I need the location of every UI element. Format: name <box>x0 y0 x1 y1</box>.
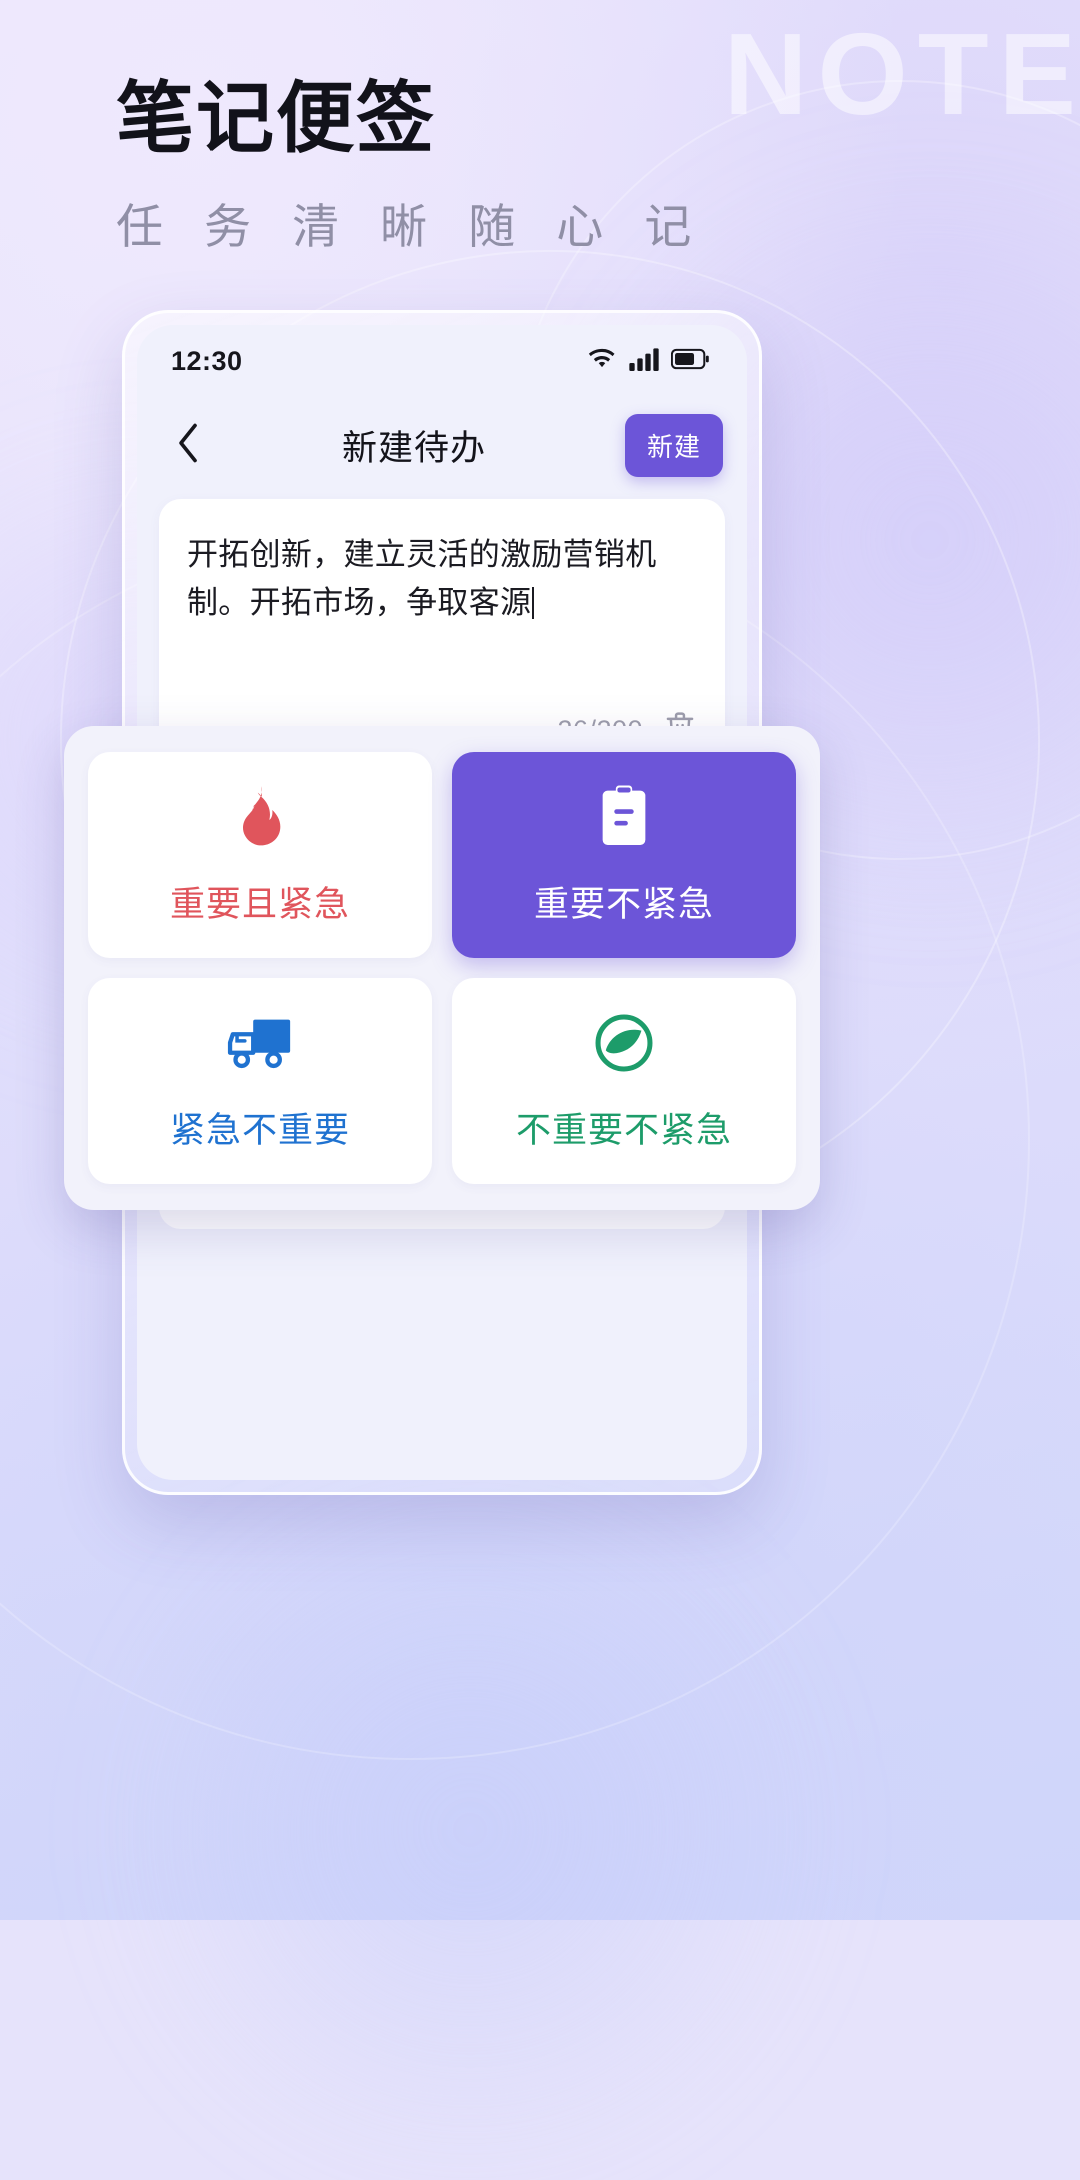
text-caret <box>532 587 534 619</box>
watermark-text: NOTE <box>724 16 1080 132</box>
quadrant-label-important-not-urgent: 重要不紧急 <box>534 876 714 927</box>
quadrant-label-important-urgent: 重要且紧急 <box>170 876 350 927</box>
status-icons <box>587 347 709 376</box>
quadrant-card-urgent-not-important[interactable]: 紧急不重要 <box>88 978 432 1184</box>
status-bar: 12:30 <box>137 325 747 397</box>
quadrant-card-important-urgent[interactable]: 重要且紧急 <box>88 752 432 958</box>
quadrant-label-urgent-not-important: 紧急不重要 <box>170 1102 350 1153</box>
note-text-value: 开拓创新，建立灵活的激励营销机制。开拓市场，争取客源 <box>187 537 657 620</box>
quadrant-card-important-not-urgent[interactable]: 重要不紧急 <box>452 752 796 958</box>
nav-bar: 新建待办 新建 <box>137 397 747 493</box>
flame-icon <box>231 784 289 850</box>
clipboard-icon <box>596 784 652 850</box>
quadrant-label-not-important-not-urgent: 不重要不紧急 <box>516 1102 732 1153</box>
chevron-left-icon <box>175 422 201 469</box>
battery-icon <box>671 348 709 375</box>
page-subtitle: 任 务 清 晰 随 心 记 <box>116 188 705 257</box>
poster-heading-group: 笔记便签 任 务 清 晰 随 心 记 <box>116 78 705 257</box>
wifi-icon <box>587 347 617 376</box>
truck-icon <box>225 1010 295 1076</box>
create-button[interactable]: 新建 <box>625 414 723 477</box>
note-text-area[interactable]: 开拓创新，建立灵活的激励营销机制。开拓市场，争取客源 <box>187 531 697 627</box>
quadrant-card-not-important-not-urgent[interactable]: 不重要不紧急 <box>452 978 796 1184</box>
status-clock: 12:30 <box>171 346 243 377</box>
back-button[interactable] <box>163 420 213 470</box>
page-title: 笔记便签 <box>116 78 705 160</box>
signal-icon <box>629 347 659 376</box>
leaf-circle-icon <box>593 1010 655 1076</box>
priority-quadrant-panel: 重要且紧急 重要不紧急 紧急不重要 <box>64 726 820 1210</box>
nav-title: 新建待办 <box>213 420 615 471</box>
